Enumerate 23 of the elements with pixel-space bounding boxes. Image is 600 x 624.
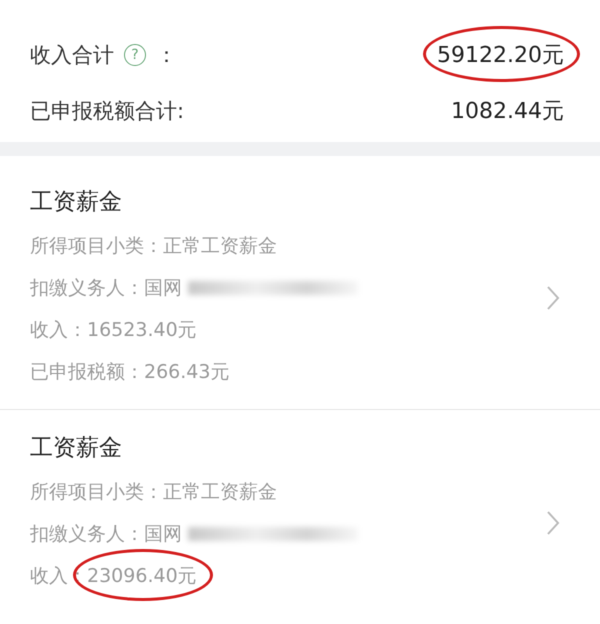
summary-label: 收入合计 — [30, 42, 114, 69]
field-label: 所得项目小类： — [30, 480, 163, 505]
field-label: 已申报税额： — [30, 360, 144, 385]
field-label: 扣缴义务人： — [30, 522, 144, 547]
field-value: 16523.40元 — [87, 319, 197, 341]
field-value: 23096.40元 — [87, 565, 197, 587]
record-title: 工资薪金 — [30, 188, 123, 217]
help-icon: ? — [124, 44, 146, 66]
field-value: 正常工资薪金 — [163, 481, 277, 503]
summary-value: 59122.20元 — [437, 43, 564, 68]
field-value: 266.43元 — [144, 361, 230, 383]
field-label: 扣缴义务人： — [30, 276, 144, 301]
colon: ： — [156, 42, 177, 69]
summary-value: 1082.44元 — [451, 99, 564, 124]
chevron-right-icon[interactable] — [546, 284, 560, 310]
field-label: 收入： — [30, 318, 87, 343]
summary-label: 已申报税额合计: — [30, 98, 184, 125]
field-value: 正常工资薪金 — [163, 235, 277, 257]
field-label: 所得项目小类： — [30, 234, 163, 259]
chevron-right-icon[interactable] — [546, 510, 560, 536]
field-value: 国网 — [144, 277, 182, 299]
field-value: 国网 — [144, 523, 182, 545]
record-title: 工资薪金 — [30, 434, 123, 463]
